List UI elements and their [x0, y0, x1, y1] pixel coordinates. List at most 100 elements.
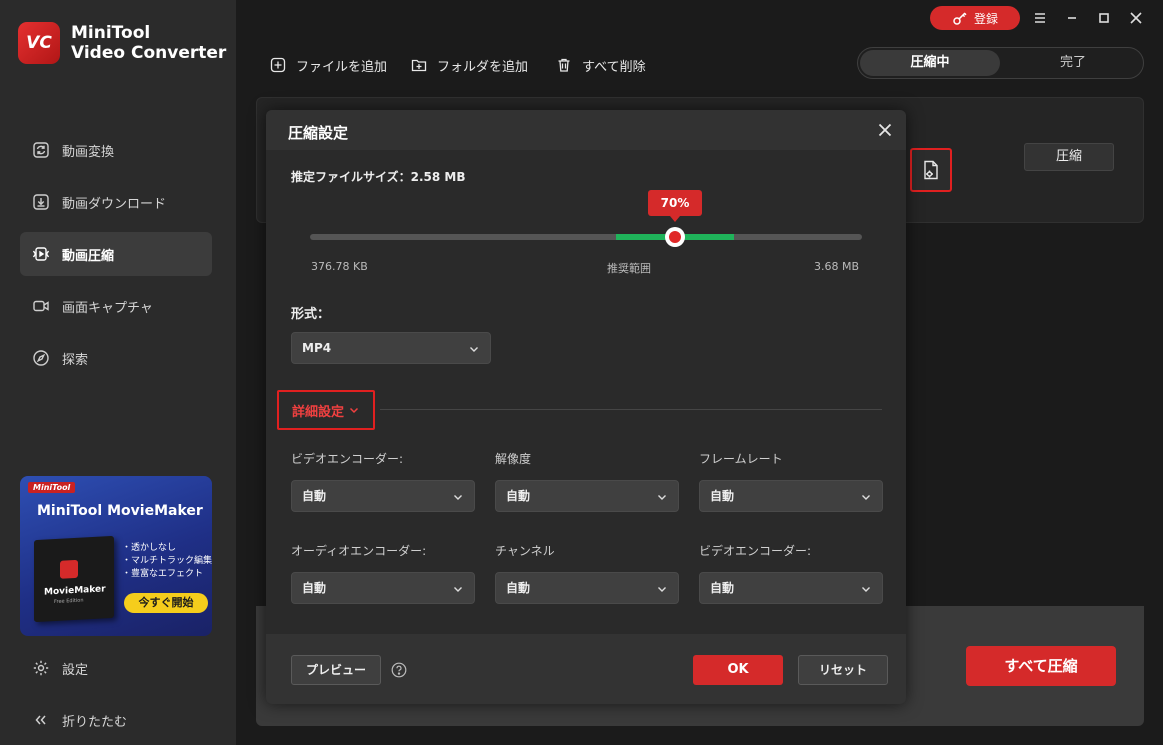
- download-icon: [33, 194, 49, 210]
- tab-compressing[interactable]: 圧縮中: [860, 50, 1000, 76]
- sidebar-item-label: 動画圧縮: [62, 248, 115, 264]
- promo-banner[interactable]: MiniTool MiniTool MovieMaker MovieMaker …: [20, 476, 212, 636]
- chevron-down-icon: [658, 587, 666, 592]
- sidebar-item-convert[interactable]: 動画変換: [20, 128, 212, 172]
- add-file-icon: [270, 57, 286, 73]
- register-button[interactable]: 登録: [930, 6, 1020, 30]
- chevron-down-icon: [349, 407, 359, 414]
- chevron-down-icon: [862, 587, 870, 592]
- ok-button[interactable]: OK: [693, 655, 783, 685]
- minimize-icon[interactable]: [1062, 8, 1082, 28]
- compression-settings-button[interactable]: [910, 148, 952, 192]
- delete-all-button[interactable]: すべて削除: [556, 54, 646, 76]
- chevron-down-icon: [658, 495, 666, 500]
- moviemaker-logo-icon: [60, 559, 78, 579]
- compression-settings-dialog: 圧縮設定 推定ファイルサイズ：2.58 MB 70% 376.78 KB 推奨範…: [266, 110, 906, 704]
- select-value: 自動: [710, 581, 735, 595]
- preview-button[interactable]: プレビュー: [291, 655, 381, 685]
- sidebar-item-capture[interactable]: 画面キャプチャ: [20, 284, 212, 328]
- promo-brand: MiniTool: [28, 482, 76, 493]
- sidebar-item-download[interactable]: 動画ダウンロード: [20, 180, 212, 224]
- gear-icon: [33, 660, 49, 676]
- format-value: MP4: [302, 341, 332, 355]
- maximize-icon[interactable]: [1094, 8, 1114, 28]
- delete-all-label: すべて削除: [582, 59, 646, 75]
- tab-done[interactable]: 完了: [1003, 50, 1143, 76]
- status-tabs: 圧縮中 完了: [857, 47, 1144, 79]
- select-value: 自動: [506, 581, 531, 595]
- double-chevron-left-icon: [35, 715, 46, 725]
- add-folder-button[interactable]: フォルダを追加: [411, 54, 528, 76]
- format-label: 形式：: [291, 307, 331, 322]
- file-settings-icon: [924, 160, 938, 180]
- select-value: 自動: [506, 489, 531, 503]
- camera-icon: [33, 300, 49, 312]
- sidebar-item-explore[interactable]: 探索: [20, 336, 212, 380]
- sidebar: VC MiniTool Video Converter 動画変換 動画ダウンロー…: [0, 0, 236, 745]
- collapse-button[interactable]: 折りたたむ: [20, 705, 212, 735]
- add-file-label: ファイルを追加: [296, 59, 388, 75]
- size-slider-thumb[interactable]: [665, 227, 685, 247]
- dialog-title: 圧縮設定: [288, 124, 349, 142]
- promo-box-name: MovieMaker: [44, 584, 106, 598]
- advanced-settings-label: 詳細設定: [291, 404, 344, 420]
- format-select[interactable]: MP4: [291, 332, 491, 364]
- video-encoder-label: ビデオエンコーダー:: [291, 452, 404, 466]
- promo-box-sub: Free Edition: [54, 597, 84, 606]
- slider-value-tooltip: 70%: [648, 190, 702, 222]
- slider-recommended-label: 推奨範囲: [607, 262, 651, 275]
- compress-icon: [32, 247, 50, 261]
- estimated-file-size: 推定ファイルサイズ：2.58 MB: [291, 170, 466, 184]
- slider-min-label: 376.78 KB: [311, 260, 368, 273]
- video-encoder-2-label: ビデオエンコーダー:: [699, 544, 812, 558]
- sidebar-item-label: 画面キャプチャ: [62, 300, 153, 316]
- frame-rate-select[interactable]: 自動: [699, 480, 883, 512]
- promo-title: MiniTool MovieMaker: [37, 503, 203, 519]
- app-name-line1: MiniTool: [71, 23, 151, 43]
- resolution-label: 解像度: [495, 452, 532, 466]
- promo-feature: ・豊富なエフェクト: [122, 569, 204, 579]
- add-folder-label: フォルダを追加: [437, 59, 529, 75]
- reset-button[interactable]: リセット: [798, 655, 888, 685]
- register-label: 登録: [973, 11, 998, 26]
- advanced-settings-toggle[interactable]: 詳細設定: [277, 390, 375, 430]
- chevron-down-icon: [454, 495, 462, 500]
- refresh-icon: [33, 142, 49, 158]
- select-value: 自動: [302, 489, 327, 503]
- video-encoder-2-select[interactable]: 自動: [699, 572, 883, 604]
- compress-all-button[interactable]: すべて圧縮: [966, 646, 1116, 686]
- add-file-button[interactable]: ファイルを追加: [270, 54, 387, 76]
- promo-start-button[interactable]: 今すぐ開始: [124, 593, 208, 613]
- sidebar-nav: 動画変換 動画ダウンロード 動画圧縮 画面キャプチャ 探索: [20, 128, 212, 388]
- promo-features: ・透かしなし ・マルチトラック編集 ・豊富なエフェクト: [122, 542, 212, 581]
- audio-encoder-select[interactable]: 自動: [291, 572, 475, 604]
- app-name-line2: Video Converter: [71, 43, 227, 63]
- divider: [380, 409, 882, 410]
- trash-icon: [558, 58, 570, 72]
- audio-encoder-label: オーディオエンコーダー:: [291, 544, 427, 558]
- close-icon[interactable]: [876, 121, 894, 139]
- select-value: 自動: [302, 581, 327, 595]
- sidebar-item-label: 探索: [62, 352, 89, 368]
- dialog-header: 圧縮設定: [266, 110, 906, 150]
- key-icon: [953, 12, 967, 25]
- settings-button[interactable]: 設定: [20, 653, 212, 683]
- help-icon[interactable]: [391, 662, 407, 678]
- close-window-icon[interactable]: [1126, 8, 1146, 28]
- app-name: MiniTool Video Converter: [71, 23, 226, 63]
- sidebar-item-compress[interactable]: 動画圧縮: [20, 232, 212, 276]
- compress-button[interactable]: 圧縮: [1024, 143, 1114, 171]
- add-folder-icon: [411, 59, 427, 72]
- resolution-select[interactable]: 自動: [495, 480, 679, 512]
- compass-icon: [33, 350, 49, 366]
- sidebar-item-label: 動画変換: [62, 144, 115, 160]
- size-slider-track[interactable]: [310, 234, 862, 240]
- slider-max-label: 3.68 MB: [814, 260, 860, 273]
- collapse-label: 折りたたむ: [62, 714, 128, 730]
- video-encoder-select[interactable]: 自動: [291, 480, 475, 512]
- app-logo: VC: [18, 22, 60, 64]
- menu-icon[interactable]: [1030, 8, 1050, 28]
- logo-text: VC: [26, 33, 52, 53]
- select-value: 自動: [710, 489, 735, 503]
- channel-select[interactable]: 自動: [495, 572, 679, 604]
